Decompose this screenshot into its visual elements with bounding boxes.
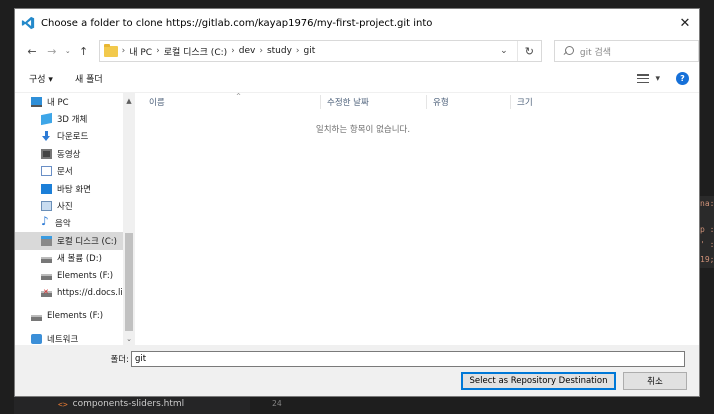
breadcrumb-item[interactable]: git: [304, 46, 316, 56]
breadcrumb-separator[interactable]: ›: [231, 46, 235, 56]
vscode-logo-icon: [21, 16, 35, 30]
folder-icon: [103, 43, 118, 57]
view-dropdown-arrow: ▾: [655, 73, 660, 84]
sidebar-item-this-pc[interactable]: 내 PC: [15, 93, 123, 110]
column-header-type[interactable]: 유형: [427, 95, 511, 109]
sidebar-item-pictures[interactable]: 사진: [15, 197, 123, 214]
folder-name-input[interactable]: [131, 351, 685, 367]
navigation-bar: ← → ⌄ ↑ › 내 PC › 로컬 디스크 (C:) › dev › stu…: [15, 37, 700, 65]
videos-icon: [41, 148, 52, 159]
command-bar: 구성 ▾ 새 폴더 ▾ ?: [15, 65, 699, 93]
code-fragment: 19;: [700, 255, 714, 264]
close-button[interactable]: ✕: [671, 9, 699, 37]
sidebar-item-local-disk-c[interactable]: 로컬 디스크 (C:): [15, 232, 123, 250]
dialog-title: Choose a folder to clone https://gitlab.…: [41, 17, 433, 29]
breadcrumb-separator[interactable]: ›: [156, 46, 160, 56]
scroll-thumb[interactable]: [125, 233, 133, 331]
documents-icon: [41, 166, 52, 177]
navigation-scrollbar[interactable]: ▲ ⌄: [123, 93, 135, 345]
breadcrumb-separator[interactable]: ›: [259, 46, 263, 56]
details-view-icon: [637, 74, 650, 83]
sidebar-item-elements-f-root[interactable]: Elements (F:): [15, 308, 123, 325]
new-folder-button[interactable]: 새 폴더: [75, 72, 103, 85]
folder-label: 폴더:: [110, 355, 129, 365]
line-number: 24: [272, 399, 282, 408]
breadcrumb-separator[interactable]: ›: [122, 46, 126, 56]
sidebar-item-network[interactable]: 네트워크: [15, 330, 123, 345]
music-icon: [41, 214, 50, 228]
drive-icon: [41, 274, 52, 281]
organize-menu[interactable]: 구성 ▾: [29, 72, 53, 85]
pictures-icon: [41, 201, 52, 212]
sidebar-item-desktop[interactable]: 바탕 화면: [15, 180, 123, 197]
code-fragment: p :: [700, 225, 714, 234]
sidebar-item-3d-objects[interactable]: 3D 개체: [15, 110, 123, 127]
breadcrumb-item[interactable]: study: [267, 46, 292, 56]
help-button[interactable]: ?: [676, 72, 689, 85]
breadcrumb-item[interactable]: 로컬 디스크 (C:): [164, 45, 227, 58]
column-header-name[interactable]: 이름: [135, 95, 321, 109]
downloads-icon: [41, 130, 52, 142]
sidebar-item-music[interactable]: 음악: [15, 214, 123, 232]
address-bar[interactable]: › 내 PC › 로컬 디스크 (C:) › dev › study › git…: [98, 40, 542, 62]
select-destination-button[interactable]: Select as Repository Destination: [461, 372, 616, 390]
navigation-tree: 내 PC 3D 개체 다운로드 동영상 문서 바탕 화면 사진 ♪ 음악 로컬 …: [15, 93, 133, 345]
column-header-size[interactable]: 크기: [511, 95, 591, 109]
scroll-up-button[interactable]: ▲: [123, 95, 135, 107]
file-list[interactable]: ^ 이름 수정한 날짜 유형 크기 일치하는 항목이 없습니다.: [135, 93, 699, 345]
drive-icon: [41, 256, 52, 263]
back-button[interactable]: ←: [23, 41, 41, 61]
breadcrumb-item[interactable]: dev: [239, 46, 256, 56]
desktop-icon: [41, 183, 52, 194]
cancel-button[interactable]: 취소: [623, 372, 687, 390]
sidebar-item-volume-d[interactable]: 새 볼륨 (D:): [15, 250, 123, 267]
dialog-footer: 폴더: Select as Repository Destination 취소: [15, 345, 699, 396]
column-header-date-modified[interactable]: 수정한 날짜: [321, 95, 427, 109]
file-name: components-sliders.html: [72, 399, 185, 409]
sort-indicator-icon: ^: [236, 93, 242, 100]
drive-icon: [31, 314, 42, 321]
3d-objects-icon: [41, 112, 52, 126]
navigation-pane: 내 PC 3D 개체 다운로드 동영상 문서 바탕 화면 사진 ♪ 음악 로컬 …: [15, 93, 135, 345]
sidebar-item-onedrive-network[interactable]: https://d.docs.live: [15, 284, 133, 301]
explorer-file-item[interactable]: <> components-sliders.html: [58, 399, 184, 409]
recent-locations-dropdown[interactable]: ⌄: [63, 47, 73, 55]
pc-icon: [31, 96, 42, 107]
folder-row: 폴더:: [15, 351, 699, 367]
editor-background: na: p : ' : 19;: [700, 0, 714, 414]
dialog-body: 내 PC 3D 개체 다운로드 동영상 문서 바탕 화면 사진 ♪ 음악 로컬 …: [15, 93, 699, 345]
network-icon: [31, 333, 42, 344]
sidebar-item-documents[interactable]: 문서: [15, 163, 123, 180]
search-placeholder: git 검색: [579, 47, 612, 58]
address-dropdown-button[interactable]: ⌄: [495, 41, 513, 61]
scroll-down-button[interactable]: ⌄: [123, 333, 135, 345]
empty-message: 일치하는 항목이 없습니다.: [315, 125, 411, 135]
breadcrumb-separator[interactable]: ›: [296, 46, 300, 56]
breadcrumb-item[interactable]: 내 PC: [129, 45, 152, 58]
local-disk-icon: [41, 235, 52, 246]
folder-picker-dialog: Choose a folder to clone https://gitlab.…: [14, 8, 700, 397]
sidebar-item-videos[interactable]: 동영상: [15, 145, 123, 162]
code-fragment: na:: [700, 199, 714, 208]
sidebar-item-elements-f[interactable]: Elements (F:): [15, 267, 123, 284]
search-box[interactable]: git 검색: [553, 40, 700, 62]
sidebar-item-downloads[interactable]: 다운로드: [15, 128, 123, 145]
html-file-icon: <>: [58, 399, 68, 409]
forward-button[interactable]: →: [43, 41, 61, 61]
refresh-button[interactable]: ↻: [516, 41, 541, 61]
title-bar[interactable]: Choose a folder to clone https://gitlab.…: [15, 9, 699, 37]
change-view-button[interactable]: ▾: [637, 74, 660, 84]
network-drive-disconnected-icon: [41, 288, 52, 298]
code-fragment: ' :: [700, 240, 714, 249]
dialog-buttons: Select as Repository Destination 취소: [461, 372, 687, 390]
column-header: ^ 이름 수정한 날짜 유형 크기: [135, 93, 699, 111]
search-icon: [563, 45, 574, 57]
up-button[interactable]: ↑: [75, 41, 93, 61]
